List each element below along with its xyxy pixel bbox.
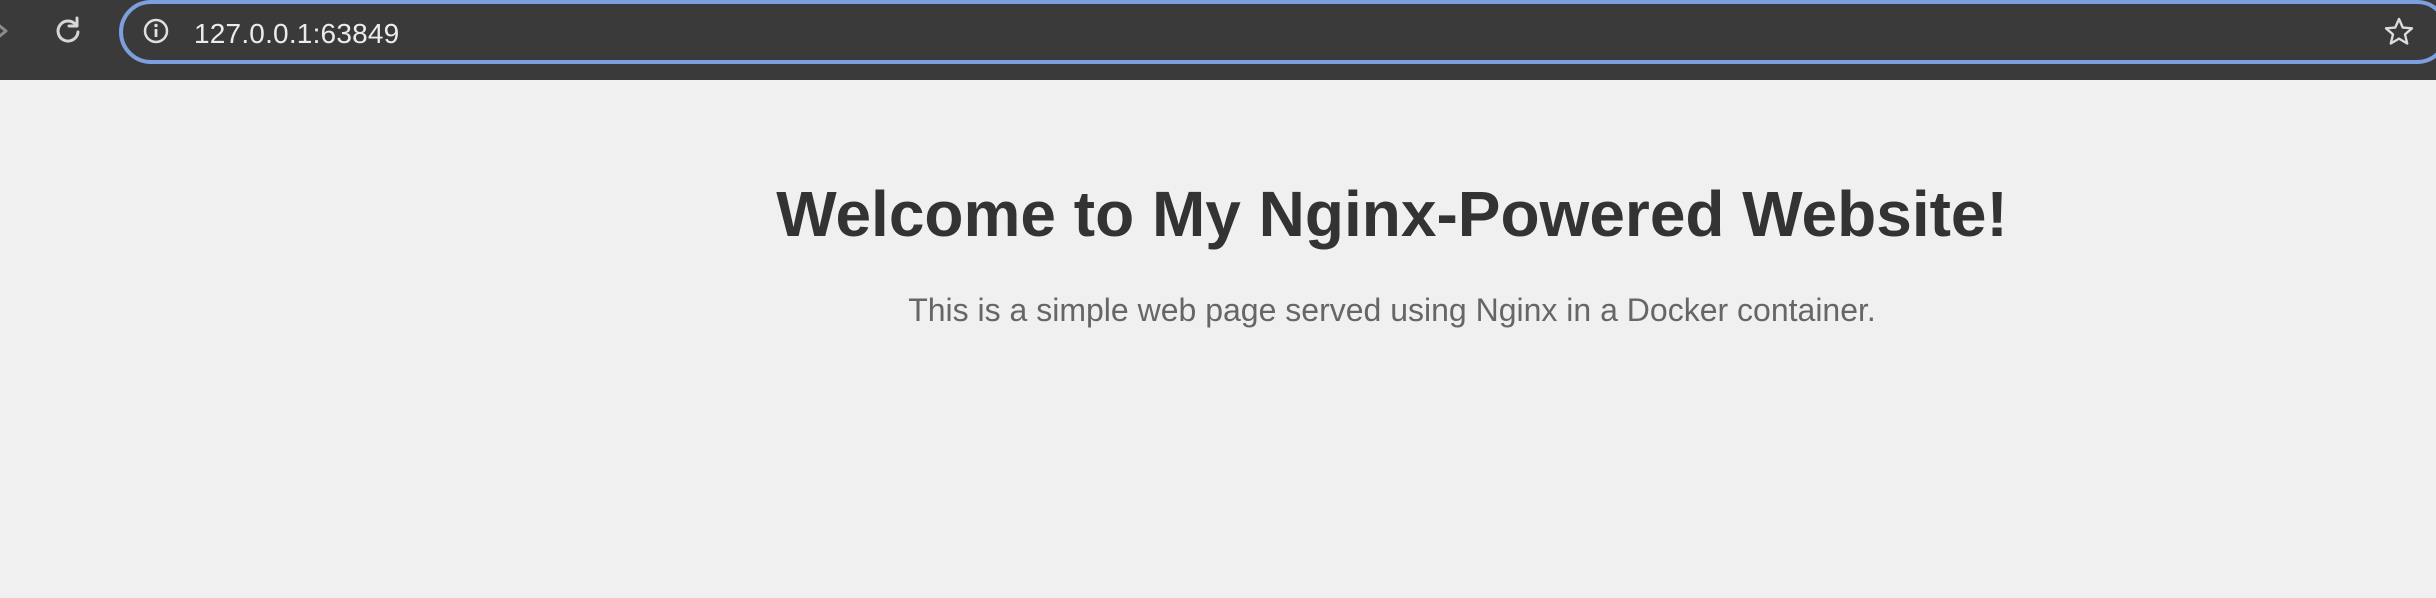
- url-text[interactable]: 127.0.0.1:63849: [194, 16, 399, 52]
- bookmark-button[interactable]: [2381, 16, 2417, 52]
- info-icon: [142, 17, 170, 50]
- page-description: This is a simple web page served using N…: [908, 292, 1876, 328]
- page-heading: Welcome to My Nginx-Powered Website!: [776, 178, 2008, 250]
- page-content: Welcome to My Nginx-Powered Website! Thi…: [0, 80, 2436, 598]
- reload-button[interactable]: [50, 12, 86, 52]
- site-info-button[interactable]: [141, 18, 171, 48]
- forward-button[interactable]: [0, 18, 14, 48]
- address-bar[interactable]: 127.0.0.1:63849: [119, 0, 2436, 64]
- reload-icon: [53, 15, 83, 50]
- star-icon: [2383, 16, 2415, 53]
- browser-toolbar: 127.0.0.1:63849: [0, 0, 2436, 80]
- forward-arrow-icon: [0, 19, 12, 48]
